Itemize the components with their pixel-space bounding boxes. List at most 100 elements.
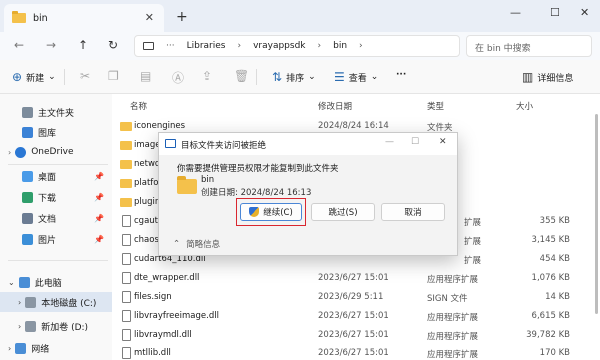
new-tab-button[interactable]: + <box>176 9 188 25</box>
cut-icon[interactable]: ✂ <box>80 69 90 83</box>
sidebar-item-documents[interactable]: 文档 📌 <box>0 208 112 228</box>
skip-button[interactable]: 跳过(S) <box>311 203 375 221</box>
details-button[interactable]: ▥ 详细信息 <box>522 70 573 84</box>
pin-icon[interactable]: 📌 <box>94 172 104 181</box>
file-row[interactable]: dte_wrapper.dll 2023/6/27 15:01 应用程序扩展 1… <box>112 269 600 288</box>
column-date[interactable]: 修改日期 <box>318 100 352 112</box>
chevron-right-icon: › <box>18 297 22 307</box>
dialog-maximize-button[interactable]: ☐ <box>411 137 419 147</box>
file-date: 2023/6/27 15:01 <box>318 330 389 340</box>
sidebar-item-label: OneDrive <box>31 147 74 157</box>
tab-close-icon[interactable]: ✕ <box>145 11 154 24</box>
file-size: 454 KB <box>539 254 570 264</box>
sidebar-item-thispc[interactable]: ⌄ 此电脑 <box>0 272 112 292</box>
file-row[interactable]: files.sign 2023/6/29 5:11 SIGN 文件 14 KB <box>112 288 600 307</box>
file-date: 2024/8/24 16:14 <box>318 121 389 131</box>
divider <box>8 260 108 261</box>
back-button[interactable]: ← <box>14 38 24 52</box>
sidebar-item-onedrive[interactable]: › OneDrive <box>0 142 112 162</box>
forward-button[interactable]: → <box>46 38 56 52</box>
file-row[interactable]: libvrayfreeimage.dll 2023/6/27 15:01 应用程… <box>112 307 600 326</box>
file-icon <box>122 310 131 322</box>
file-size: 1,076 KB <box>531 273 570 283</box>
breadcrumb-vrayappsdk[interactable]: vrayappsdk <box>253 41 305 51</box>
sidebar-item-network[interactable]: › 网络 <box>0 338 112 358</box>
sidebar-item-gallery[interactable]: 图库 <box>0 122 112 142</box>
divider <box>8 164 108 165</box>
column-size[interactable]: 大小 <box>516 100 533 112</box>
breadcrumb-bin[interactable]: bin <box>333 41 347 51</box>
file-name: dte_wrapper.dll <box>134 273 200 283</box>
details-toggle[interactable]: ⌃ 简略信息 <box>173 238 220 250</box>
share-icon[interactable]: ⇪ <box>202 69 212 83</box>
maximize-button[interactable]: ☐ <box>550 6 560 19</box>
divider <box>64 69 65 85</box>
sidebar-item-label: 图库 <box>38 128 57 139</box>
scrollbar[interactable] <box>595 114 598 314</box>
network-icon <box>15 342 27 354</box>
address-bar[interactable]: ··· Libraries › vrayappsdk › bin › <box>134 35 460 57</box>
breadcrumb-more[interactable]: ··· <box>166 41 175 51</box>
dialog-title: 目标文件夹访问被拒绝 <box>181 141 267 151</box>
sort-label: 排序 <box>286 73 305 84</box>
close-window-button[interactable]: ✕ <box>580 6 589 19</box>
pin-icon[interactable]: 📌 <box>94 214 104 223</box>
breadcrumb-libraries[interactable]: Libraries <box>187 41 226 51</box>
file-row[interactable]: libvraymdl.dll 2023/6/27 15:01 应用程序扩展 39… <box>112 326 600 345</box>
column-name[interactable]: 名称 <box>130 100 147 112</box>
file-icon <box>122 291 131 303</box>
divider <box>256 69 257 85</box>
sort-button[interactable]: ⇅ 排序 ⌄ <box>272 70 316 84</box>
sidebar-item-label: 图片 <box>38 235 57 246</box>
file-size: 170 KB <box>539 348 570 358</box>
pin-icon[interactable]: 📌 <box>94 193 104 202</box>
tab-title: bin <box>33 12 48 24</box>
file-type: 应用程序扩展 <box>427 350 479 360</box>
sidebar-item-desktop[interactable]: 桌面 📌 <box>0 166 112 186</box>
more-options-button[interactable]: ··· <box>396 70 406 80</box>
dialog-message: 你需要提供管理员权限才能复制到此文件夹 <box>177 164 339 174</box>
minimize-button[interactable]: — <box>510 6 521 19</box>
file-type: 扩展 <box>464 237 482 247</box>
chevron-down-icon: ⌄ <box>308 72 316 82</box>
continue-button[interactable]: 继续(C) <box>240 203 302 221</box>
copy-icon[interactable]: ❐ <box>108 69 119 83</box>
pin-icon[interactable]: 📌 <box>94 235 104 244</box>
file-icon <box>122 347 131 359</box>
file-type: 应用程序扩展 <box>427 313 479 323</box>
file-type: 应用程序扩展 <box>427 332 479 342</box>
search-input[interactable]: 在 bin 中搜索 <box>466 35 592 57</box>
sidebar-item-new-volume[interactable]: › 新加卷 (D:) <box>0 316 112 336</box>
dialog-minimize-button[interactable]: — <box>385 137 394 147</box>
details-pane-icon: ▥ <box>522 70 534 84</box>
computer-icon <box>18 276 30 288</box>
file-type: 扩展 <box>464 218 482 228</box>
new-button[interactable]: ⊕ 新建 ⌄ <box>12 70 56 84</box>
file-type: 扩展 <box>464 256 482 266</box>
tab-bin[interactable]: bin ✕ <box>4 4 164 32</box>
gallery-icon <box>22 126 33 138</box>
view-icon: ☰ <box>334 70 345 84</box>
dialog-close-button[interactable]: ✕ <box>439 137 447 147</box>
refresh-button[interactable]: ↻ <box>108 38 118 52</box>
delete-icon[interactable]: 🗑 <box>234 69 249 83</box>
drive-icon <box>25 320 37 332</box>
file-row[interactable]: mtllib.dll 2023/6/27 15:01 应用程序扩展 170 KB <box>112 344 600 360</box>
rename-icon[interactable]: Ⓐ <box>172 69 184 86</box>
up-button[interactable]: ↑ <box>78 38 88 52</box>
chevron-right-icon: › <box>359 41 363 51</box>
sidebar-item-downloads[interactable]: 下载 📌 <box>0 187 112 207</box>
column-type[interactable]: 类型 <box>427 100 444 112</box>
paste-icon[interactable]: ▤ <box>140 69 151 83</box>
sidebar-item-home[interactable]: 主文件夹 <box>0 102 112 122</box>
cancel-button[interactable]: 取消 <box>381 203 445 221</box>
dialog-folder-date: 创建日期: 2024/8/24 16:13 <box>201 188 312 198</box>
file-size: 14 KB <box>545 292 570 302</box>
chevron-down-icon: ⌄ <box>8 277 15 287</box>
file-size: 355 KB <box>539 216 570 226</box>
new-label: 新建 <box>26 73 45 84</box>
sidebar-item-pictures[interactable]: 图片 📌 <box>0 229 112 249</box>
file-type: SIGN 文件 <box>427 294 468 304</box>
view-button[interactable]: ☰ 查看 ⌄ <box>334 70 378 84</box>
sidebar-item-local-disk[interactable]: › 本地磁盘 (C:) <box>0 292 112 312</box>
